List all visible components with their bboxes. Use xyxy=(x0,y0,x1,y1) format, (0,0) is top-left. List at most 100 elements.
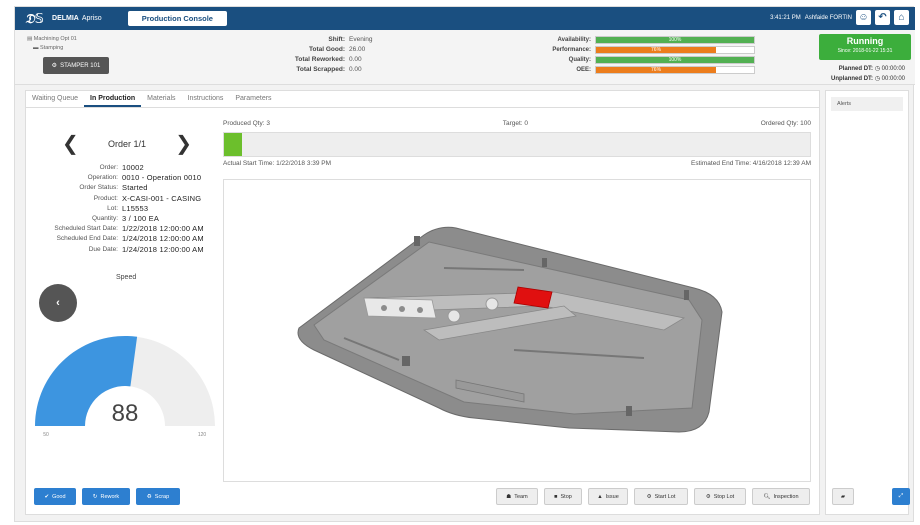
detail-label: Order Status: xyxy=(79,184,118,192)
insert-hole xyxy=(381,305,387,311)
gauge-value: 88 xyxy=(112,400,139,427)
part-image xyxy=(223,179,811,482)
detail-label: Operation: xyxy=(87,174,118,182)
good-button[interactable]: ✔ Good xyxy=(34,488,76,505)
tab-in-production[interactable]: In Production xyxy=(84,91,142,107)
logo: 𝔇𝕊 DELMIA Apriso xyxy=(25,11,102,27)
user-avatar-icon[interactable]: ☺ xyxy=(856,10,871,25)
main-panel: Waiting Queue In Production Materials In… xyxy=(25,90,820,515)
tray-post xyxy=(414,236,420,246)
planned-dt-value: 00:00:00 xyxy=(881,66,905,72)
ordered-qty: Ordered Qty: 100 xyxy=(760,120,811,127)
kpi-label: Availability: xyxy=(557,37,591,43)
station-label: STAMPER 101 xyxy=(60,62,101,69)
expand-icon: ⤢ xyxy=(898,493,904,499)
ds-logo-icon: 𝔇𝕊 xyxy=(25,10,45,26)
detail-label: Due Date: xyxy=(88,245,118,253)
start-lot-label: Start Lot xyxy=(654,493,676,500)
order-navigator: ❮ Order 1/1 ❯ xyxy=(62,131,192,156)
team-button[interactable]: ☗ Team xyxy=(496,488,538,505)
tray-post xyxy=(402,356,410,366)
app-frame: 𝔇𝕊 DELMIA Apriso Production Console 3:41… xyxy=(14,6,915,522)
kpi-bar: 76% xyxy=(595,46,755,54)
kpi-bar: 100% xyxy=(595,56,755,64)
insert-hole xyxy=(417,307,423,313)
comment-button[interactable]: ▰ xyxy=(832,488,854,505)
scrap-label: Scrap xyxy=(154,493,170,500)
chevron-left-icon: ‹ xyxy=(56,297,60,309)
estimated-end-time: Estimated End Time: 4/16/2018 12:39 AM xyxy=(691,160,811,167)
scrap-button[interactable]: ♻ Scrap xyxy=(136,488,180,505)
tab-parameters[interactable]: Parameters xyxy=(229,91,277,107)
clock-icon: ◷ xyxy=(874,66,880,72)
inspection-button[interactable]: 🔍︎ Inspection xyxy=(752,488,810,505)
breadcrumb-level2[interactable]: Stamping xyxy=(40,45,63,51)
detail-value: 0010 - Operation 0010 xyxy=(122,173,202,183)
expand-button[interactable]: ⤢ xyxy=(892,488,910,505)
clock: 3:41:21 PM xyxy=(770,14,801,21)
detail-value: Started xyxy=(122,183,148,193)
machine-icon: ▤ xyxy=(27,36,34,42)
casing-model-image xyxy=(297,226,723,433)
status-badge[interactable]: Running Since: 2018-01-22 15:31 xyxy=(819,34,911,60)
alerts-panel: Alerts ▰ ⤢ xyxy=(825,90,910,515)
progress-fill xyxy=(224,133,242,156)
start-lot-button[interactable]: ⚙ Start Lot xyxy=(634,488,688,505)
clock-icon: ◷ xyxy=(874,76,880,82)
kpi-bar: 76% xyxy=(595,66,755,74)
kpi-panel: Availability: 100% Performance: 76% Qual… xyxy=(515,35,755,75)
gauge-max: 120 xyxy=(198,432,207,438)
planned-dt-label: Planned DT: xyxy=(838,66,874,72)
tray-post xyxy=(542,258,547,267)
detail-label: Scheduled Start Date: xyxy=(54,225,118,233)
shift-label: Shift: xyxy=(328,36,345,43)
home-icon[interactable]: ⌂ xyxy=(894,10,909,25)
stop-lot-button[interactable]: ⚙ Stop Lot xyxy=(694,488,746,505)
breadcrumb-level1[interactable]: Machining Opt 01 xyxy=(34,36,77,42)
tab-instructions[interactable]: Instructions xyxy=(182,91,230,107)
rework-label: Rework xyxy=(100,493,120,500)
status-header: ▤ Machining Opt 01 ▬ Stamping ⚙ STAMPER … xyxy=(15,30,915,85)
production-times: Actual Start Time: 1/22/2018 3:39 PM Est… xyxy=(223,160,811,167)
tray-post xyxy=(684,290,689,300)
detail-value: X-CASI-001 - CASING xyxy=(122,193,202,203)
tab-materials[interactable]: Materials xyxy=(141,91,181,107)
brand-sub: Apriso xyxy=(81,15,102,22)
back-icon[interactable]: ↶ xyxy=(875,10,890,25)
shift-value: Evening xyxy=(349,36,373,43)
inspection-label: Inspection xyxy=(773,493,799,500)
station-button[interactable]: ⚙ STAMPER 101 xyxy=(43,57,109,74)
kpi-label: OEE: xyxy=(576,67,591,73)
app-title-tab[interactable]: Production Console xyxy=(127,11,227,26)
speed-label: Speed xyxy=(116,274,137,281)
kpi-fill: 100% xyxy=(596,37,754,43)
brand-name: DELMIA xyxy=(52,15,79,22)
stop-button[interactable]: ■ Stop xyxy=(544,488,582,505)
kpi-fill: 76% xyxy=(596,47,717,53)
alerts-header: Alerts xyxy=(831,97,903,111)
stop-lot-label: Stop Lot xyxy=(713,493,735,500)
unplanned-dt-value: 00:00:00 xyxy=(881,76,905,82)
kpi-fill: 100% xyxy=(596,57,754,63)
detail-label: Lot: xyxy=(107,204,118,212)
breadcrumb: ▤ Machining Opt 01 ▬ Stamping xyxy=(27,35,77,53)
stop-icon: ■ xyxy=(554,493,558,500)
good-label: Good xyxy=(52,493,66,500)
rework-button[interactable]: ↻ Rework xyxy=(82,488,130,505)
top-right: 3:41:21 PM Ashfaide FORTIN ☺ ↶ ⌂ xyxy=(770,10,909,25)
refresh-icon: ↻ xyxy=(92,493,98,500)
prev-order-icon[interactable]: ❮ xyxy=(62,131,79,156)
team-label: Team xyxy=(514,493,528,500)
kpi-row: Availability: 100% xyxy=(515,35,755,45)
check-icon: ✔ xyxy=(44,493,50,500)
issue-button[interactable]: ▲ Issue xyxy=(588,488,628,505)
detail-label: Order: xyxy=(99,164,118,171)
carousel-prev-button[interactable]: ‹ xyxy=(39,284,77,322)
kpi-row: Performance: 76% xyxy=(515,45,755,55)
tab-waiting-queue[interactable]: Waiting Queue xyxy=(26,91,84,107)
comment-icon: ▰ xyxy=(840,493,846,500)
total-reworked-label: Total Reworked: xyxy=(294,56,345,63)
unplanned-dt-label: Unplanned DT: xyxy=(831,76,874,82)
next-order-icon[interactable]: ❯ xyxy=(175,131,192,156)
production-progress-bar xyxy=(223,132,811,157)
